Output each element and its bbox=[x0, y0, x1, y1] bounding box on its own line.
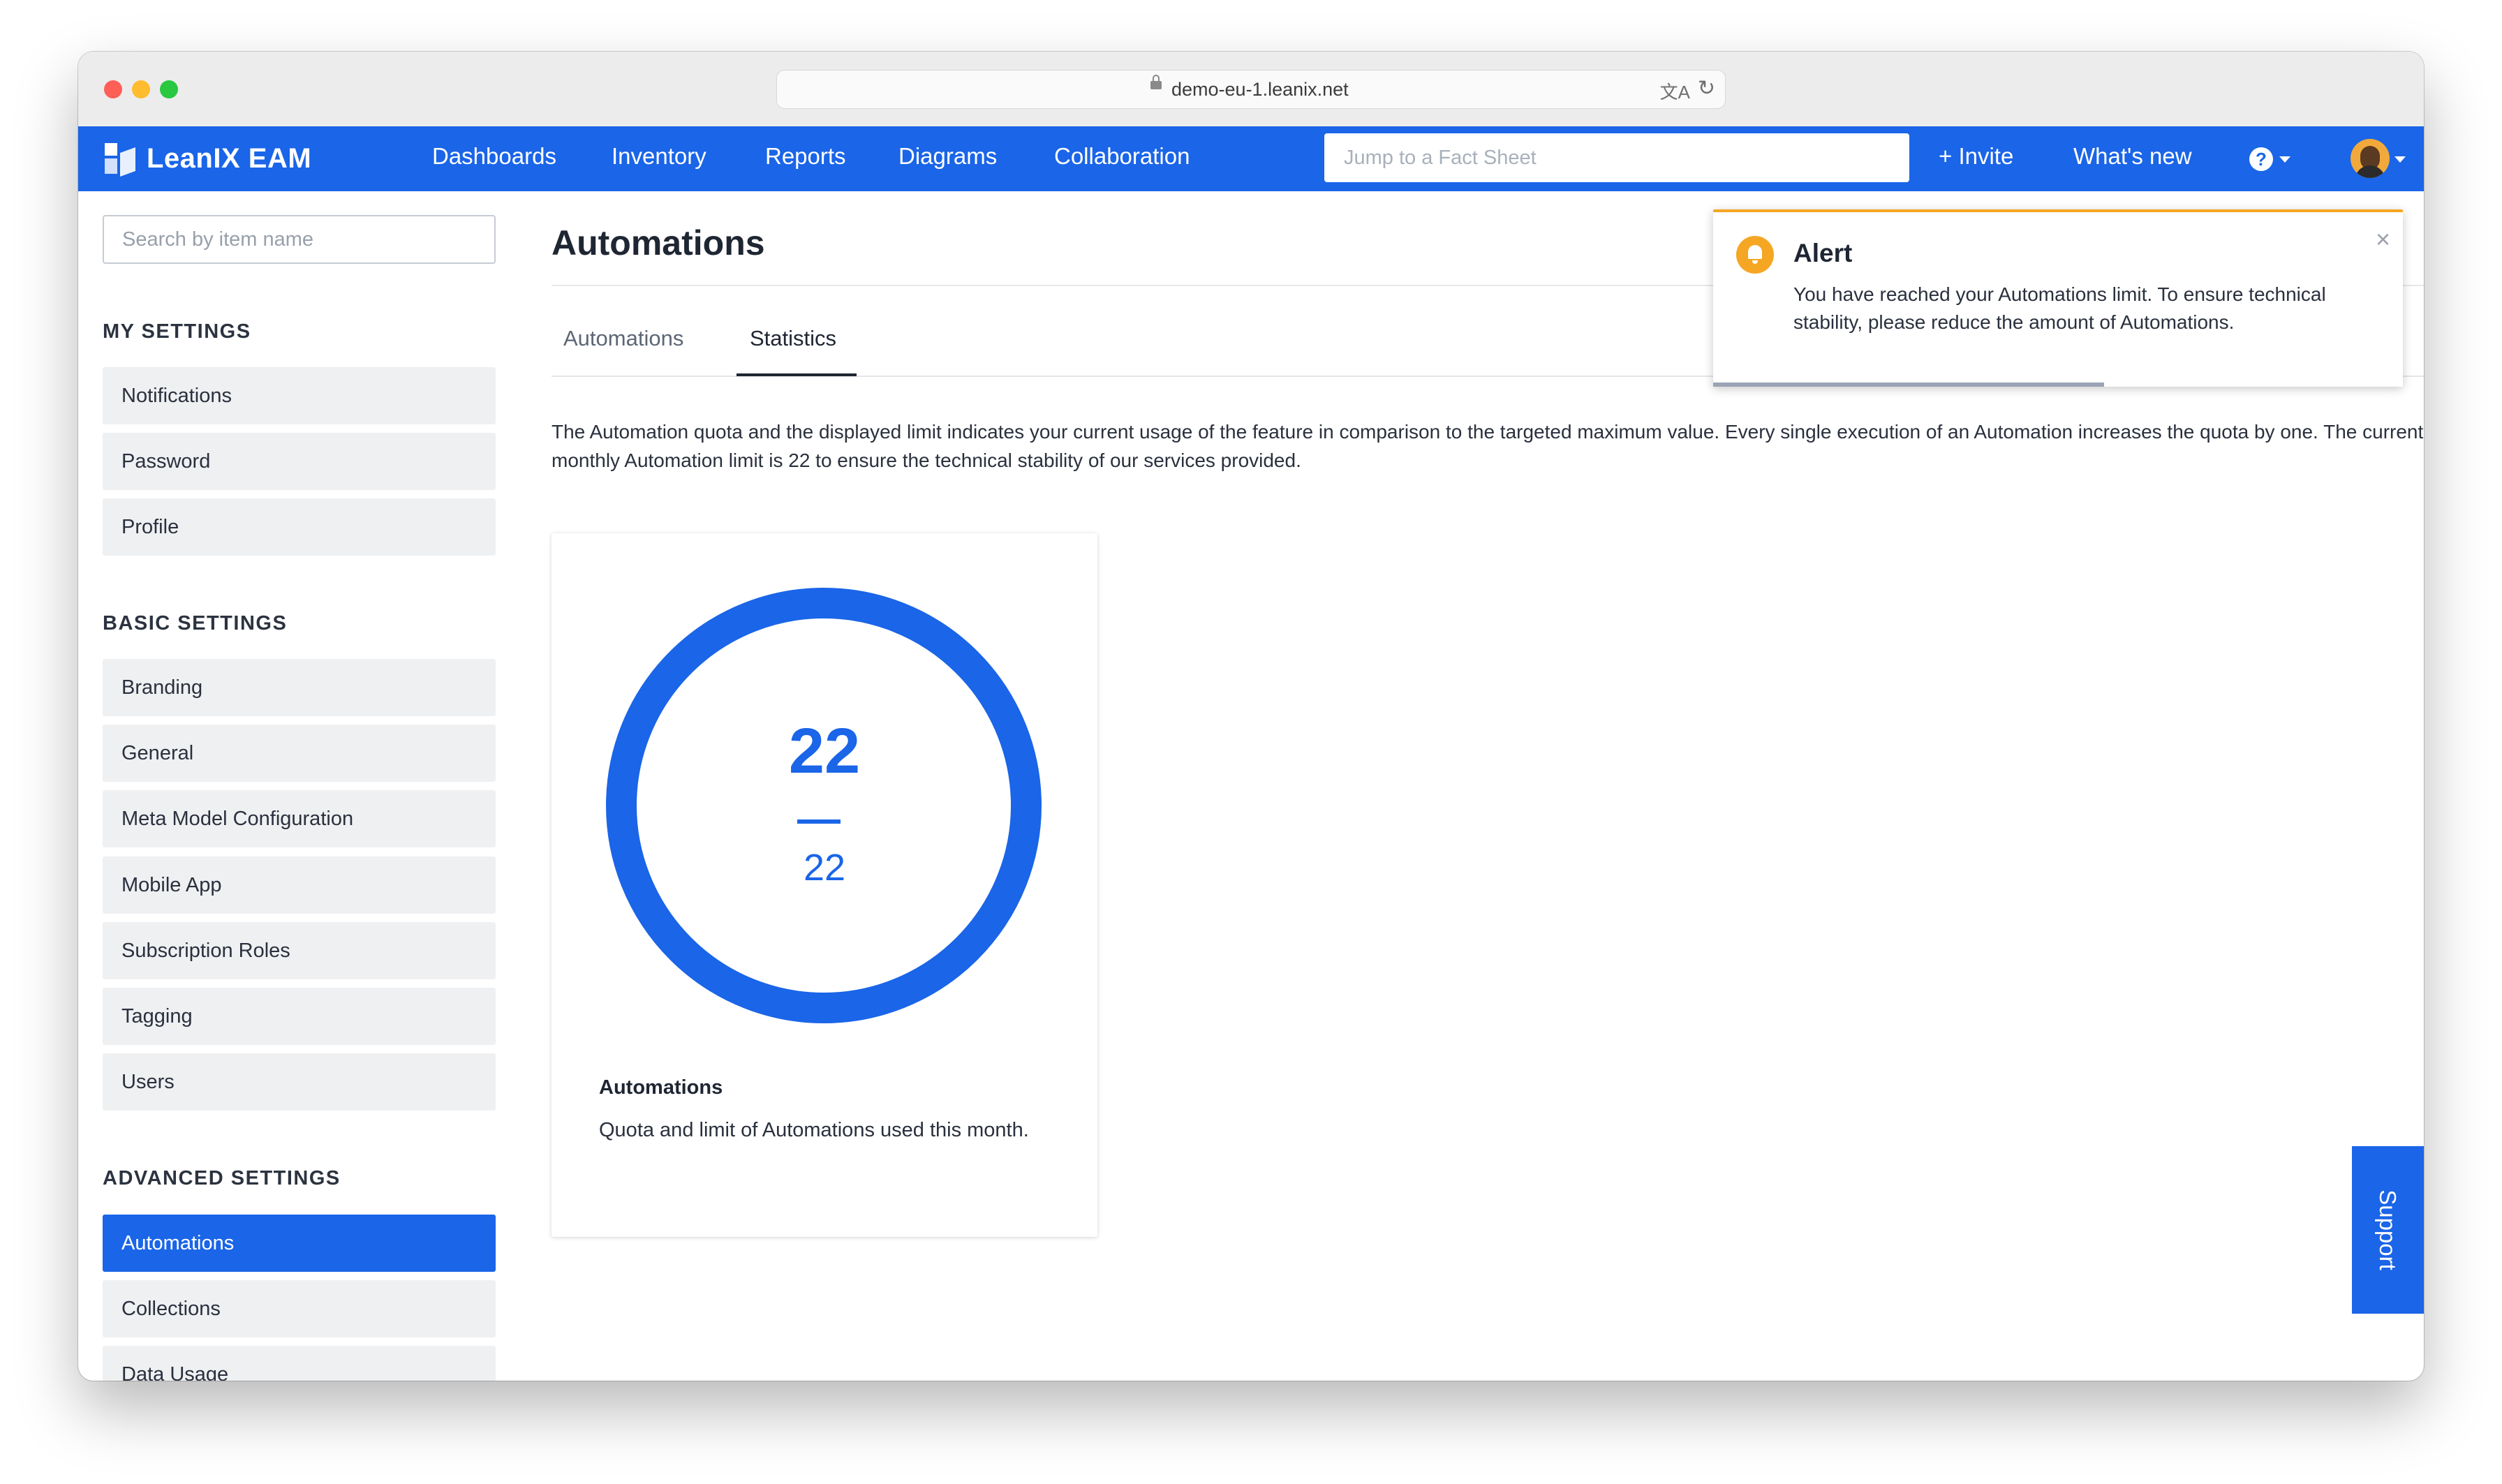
quota-used-value: 22 bbox=[788, 715, 861, 787]
lock-icon bbox=[1150, 75, 1162, 89]
leanix-logo-icon bbox=[105, 143, 135, 177]
tab-automations[interactable]: Automations bbox=[563, 326, 683, 351]
quota-limit-value: 22 bbox=[803, 847, 846, 889]
avatar[interactable] bbox=[2351, 139, 2390, 178]
address-bar[interactable]: demo-eu-1.leanix.net 文A ↻ bbox=[776, 70, 1726, 109]
logo[interactable]: LeanIX EAM bbox=[105, 142, 312, 177]
brand-name: LeanIX EAM bbox=[147, 142, 312, 174]
translate-icon[interactable]: 文A bbox=[1660, 78, 1690, 104]
sidebar-item-tagging[interactable]: Tagging bbox=[103, 988, 496, 1045]
help-chevron-down-icon[interactable] bbox=[2279, 156, 2290, 163]
alert-toast: Alert You have reached your Automations … bbox=[1713, 209, 2403, 387]
url-text: demo-eu-1.leanix.net bbox=[1171, 79, 1349, 100]
invite-button[interactable]: + Invite bbox=[1939, 143, 2013, 170]
advanced-settings-heading: ADVANCED SETTINGS bbox=[103, 1167, 341, 1189]
page-title: Automations bbox=[552, 223, 765, 262]
tab-statistics[interactable]: Statistics bbox=[750, 326, 836, 351]
maximize-window-button[interactable] bbox=[160, 80, 178, 98]
browser-titlebar: demo-eu-1.leanix.net 文A ↻ bbox=[78, 52, 2424, 127]
nav-inventory[interactable]: Inventory bbox=[612, 143, 706, 170]
sidebar-item-data-usage[interactable]: Data Usage bbox=[103, 1346, 496, 1381]
basic-settings-heading: BASIC SETTINGS bbox=[103, 612, 288, 635]
nav-diagrams[interactable]: Diagrams bbox=[898, 143, 997, 170]
sidebar-item-password[interactable]: Password bbox=[103, 433, 496, 490]
card-title: Automations bbox=[599, 1076, 723, 1099]
minimize-window-button[interactable] bbox=[132, 80, 150, 98]
sidebar-item-users[interactable]: Users bbox=[103, 1053, 496, 1111]
alert-title: Alert bbox=[1793, 239, 1853, 267]
nav-dashboards[interactable]: Dashboards bbox=[432, 143, 556, 170]
sidebar-item-meta-model-configuration[interactable]: Meta Model Configuration bbox=[103, 790, 496, 847]
automations-quota-card: 22 22 Automations Quota and limit of Aut… bbox=[552, 533, 1097, 1237]
whats-new-button[interactable]: What's new bbox=[2073, 143, 2192, 170]
sidebar-item-mobile-app[interactable]: Mobile App bbox=[103, 856, 496, 914]
help-icon[interactable]: ? bbox=[2249, 147, 2273, 171]
sidebar-item-collections[interactable]: Collections bbox=[103, 1280, 496, 1337]
alert-progress-bar bbox=[1713, 383, 2104, 387]
alert-message: You have reached your Automations limit.… bbox=[1793, 283, 2326, 333]
sidebar-item-subscription-roles[interactable]: Subscription Roles bbox=[103, 922, 496, 979]
sidebar-item-notifications[interactable]: Notifications bbox=[103, 367, 496, 424]
sidebar-item-branding[interactable]: Branding bbox=[103, 659, 496, 716]
support-label: Support bbox=[2375, 1189, 2401, 1270]
browser-window: demo-eu-1.leanix.net 文A ↻ LeanIX EAM Das… bbox=[78, 52, 2424, 1381]
reload-icon[interactable]: ↻ bbox=[1698, 76, 1715, 101]
active-tab-indicator bbox=[736, 373, 857, 376]
card-description: Quota and limit of Automations used this… bbox=[599, 1119, 1029, 1141]
close-window-button[interactable] bbox=[104, 80, 122, 98]
bell-icon bbox=[1736, 236, 1774, 274]
quota-divider bbox=[797, 819, 841, 824]
app-navbar: LeanIX EAM Dashboards Inventory Reports … bbox=[78, 126, 2424, 191]
nav-reports[interactable]: Reports bbox=[765, 143, 846, 170]
jump-to-fact-sheet-input[interactable] bbox=[1324, 133, 1909, 182]
close-icon[interactable]: × bbox=[2376, 225, 2390, 254]
avatar-chevron-down-icon[interactable] bbox=[2394, 156, 2406, 163]
quota-ring-chart bbox=[606, 588, 1042, 1023]
sidebar-item-profile[interactable]: Profile bbox=[103, 498, 496, 556]
sidebar-search-input[interactable] bbox=[103, 215, 496, 264]
sidebar-item-automations[interactable]: Automations bbox=[103, 1215, 496, 1272]
support-button[interactable]: Support bbox=[2352, 1146, 2424, 1314]
my-settings-heading: MY SETTINGS bbox=[103, 320, 251, 343]
statistics-description: The Automation quota and the displayed l… bbox=[552, 421, 2424, 471]
nav-collaboration[interactable]: Collaboration bbox=[1054, 143, 1190, 170]
sidebar-item-general[interactable]: General bbox=[103, 725, 496, 782]
